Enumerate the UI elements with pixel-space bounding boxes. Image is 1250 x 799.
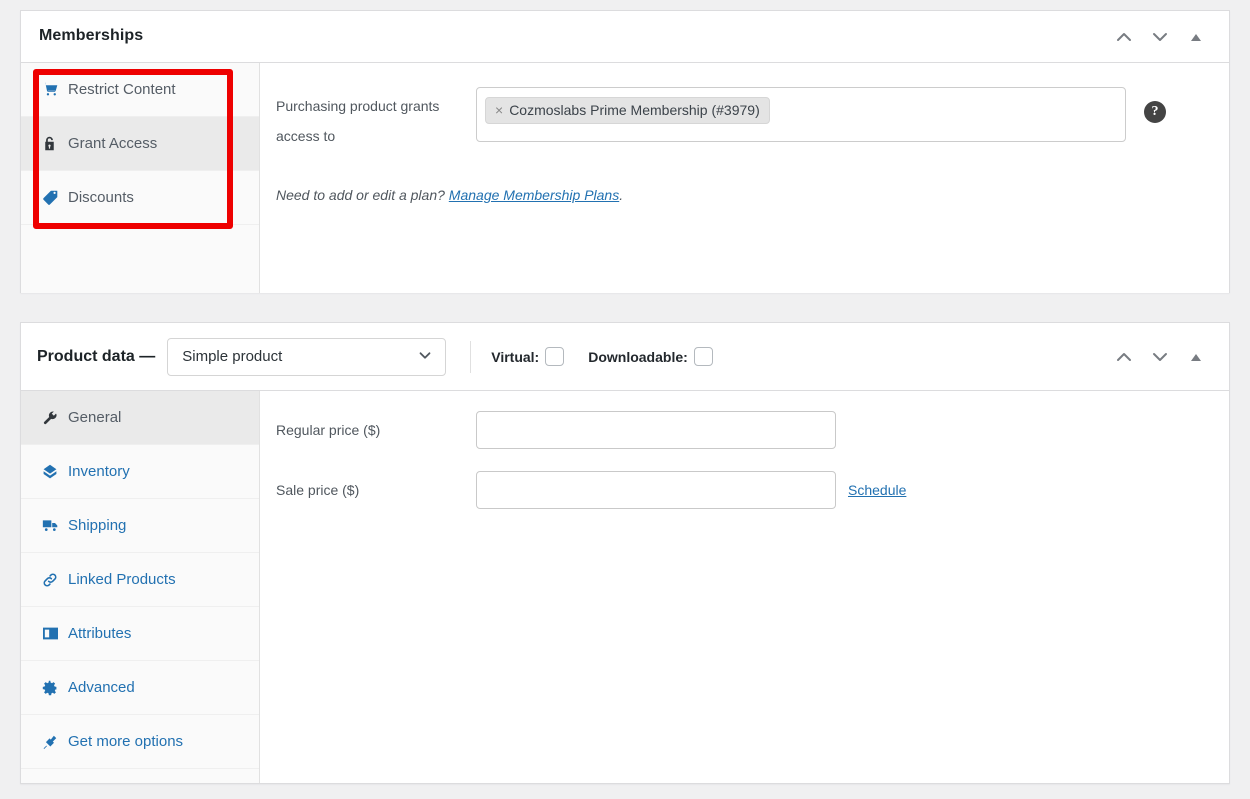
tab-label: General <box>68 409 122 426</box>
sidebar-item-label: Grant Access <box>68 135 158 152</box>
tab-get-more-options[interactable]: Get more options <box>21 715 259 769</box>
note-text: Need to add or edit a plan? <box>276 187 449 203</box>
virtual-label: Virtual: <box>491 348 540 365</box>
downloadable-checkbox[interactable] <box>693 347 713 366</box>
tab-label: Advanced <box>68 679 135 696</box>
chevron-down-icon <box>1150 27 1170 47</box>
product-data-tabs: General Inventory Shipping Linked Produc… <box>21 391 260 783</box>
sidebar-item-discounts[interactable]: Discounts <box>21 171 259 225</box>
grant-access-label: Purchasing product grants access to <box>276 98 440 144</box>
regular-price-label: Regular price ($) <box>276 422 381 438</box>
memberships-move-down-button[interactable] <box>1143 20 1177 54</box>
token-label: Cozmoslabs Prime Membership (#3979) <box>509 102 760 118</box>
sidebar-item-label: Discounts <box>68 189 134 206</box>
tab-inventory[interactable]: Inventory <box>21 445 259 499</box>
tab-shipping[interactable]: Shipping <box>21 499 259 553</box>
memberships-tabs: Restrict Content Grant Access Discounts <box>21 63 260 293</box>
memberships-panel: Memberships Restrict Content Grant Acces… <box>20 10 1230 293</box>
triangle-up-icon <box>1188 349 1204 365</box>
product-data-content: Regular price ($) Sale price ($) Schedul… <box>260 391 1229 783</box>
product-data-panel: Product data — Simple product Virtual: D… <box>20 322 1230 784</box>
inventory-icon <box>42 464 68 480</box>
regular-price-row: Regular price ($) <box>276 411 1229 449</box>
memberships-body: Restrict Content Grant Access Discounts <box>21 63 1229 293</box>
lock-icon <box>42 135 68 152</box>
memberships-move-up-button[interactable] <box>1107 20 1141 54</box>
product-data-move-up-button[interactable] <box>1107 340 1141 374</box>
sale-price-input[interactable] <box>476 471 836 509</box>
remove-token-icon[interactable]: × <box>495 103 503 117</box>
sidebar-item-grant-access[interactable]: Grant Access <box>21 117 259 171</box>
memberships-toggle-button[interactable] <box>1179 20 1213 54</box>
regular-price-input[interactable] <box>476 411 836 449</box>
attributes-icon <box>42 626 68 641</box>
memberships-panel-header: Memberships <box>21 11 1229 63</box>
sale-price-label: Sale price ($) <box>276 482 360 498</box>
plug-icon <box>42 734 68 750</box>
tab-label: Get more options <box>68 733 184 750</box>
downloadable-checkbox-group[interactable]: Downloadable: <box>588 347 713 366</box>
note-suffix: . <box>619 187 624 203</box>
product-data-header: Product data — Simple product Virtual: D… <box>21 323 1229 391</box>
tag-icon <box>42 189 68 206</box>
chevron-up-icon <box>1114 27 1134 47</box>
chevron-down-icon <box>416 346 434 368</box>
tab-linked-products[interactable]: Linked Products <box>21 553 259 607</box>
grant-access-field-row: Purchasing product grants access to × Co… <box>276 87 1209 151</box>
chevron-down-icon <box>1150 347 1170 367</box>
product-data-header-actions <box>1107 340 1221 374</box>
product-data-body: General Inventory Shipping Linked Produc… <box>21 391 1229 783</box>
wrench-icon <box>42 410 68 426</box>
product-type-value: Simple product <box>182 348 283 365</box>
product-data-title: Product data — <box>37 347 156 365</box>
manage-membership-plans-link[interactable]: Manage Membership Plans <box>449 187 619 203</box>
membership-plan-token[interactable]: × Cozmoslabs Prime Membership (#3979) <box>485 97 770 124</box>
admin-page: Memberships Restrict Content Grant Acces… <box>0 0 1250 799</box>
virtual-checkbox[interactable] <box>545 347 565 366</box>
gear-icon <box>42 680 68 696</box>
memberships-header-actions <box>1107 20 1221 54</box>
memberships-title: Memberships <box>39 27 144 45</box>
cart-icon <box>42 81 68 98</box>
sidebar-item-restrict-content[interactable]: Restrict Content <box>21 63 259 117</box>
sidebar-item-label: Restrict Content <box>68 81 176 98</box>
manage-plans-note: Need to add or edit a plan? Manage Membe… <box>276 187 1209 203</box>
schedule-sale-link[interactable]: Schedule <box>848 482 906 498</box>
product-type-select[interactable]: Simple product <box>167 337 447 376</box>
tab-label: Shipping <box>68 517 127 534</box>
product-data-toggle-button[interactable] <box>1179 340 1213 374</box>
memberships-content: Purchasing product grants access to × Co… <box>260 63 1229 293</box>
tab-advanced[interactable]: Advanced <box>21 661 259 715</box>
sale-price-row: Sale price ($) Schedule <box>276 471 1229 509</box>
virtual-checkbox-group[interactable]: Virtual: <box>491 347 565 366</box>
downloadable-label: Downloadable: <box>588 348 688 365</box>
tab-attributes[interactable]: Attributes <box>21 607 259 661</box>
tab-label: Linked Products <box>68 571 176 588</box>
truck-icon <box>42 517 68 534</box>
membership-plans-select[interactable]: × Cozmoslabs Prime Membership (#3979) <box>476 87 1126 142</box>
product-data-move-down-button[interactable] <box>1143 340 1177 374</box>
link-icon <box>42 572 68 588</box>
triangle-up-icon <box>1188 29 1204 45</box>
tab-label: Inventory <box>68 463 130 480</box>
tab-general[interactable]: General <box>21 391 259 445</box>
tab-label: Attributes <box>68 625 132 642</box>
help-question-icon[interactable]: ? <box>1144 101 1166 123</box>
header-divider <box>470 340 472 373</box>
chevron-up-icon <box>1114 347 1134 367</box>
